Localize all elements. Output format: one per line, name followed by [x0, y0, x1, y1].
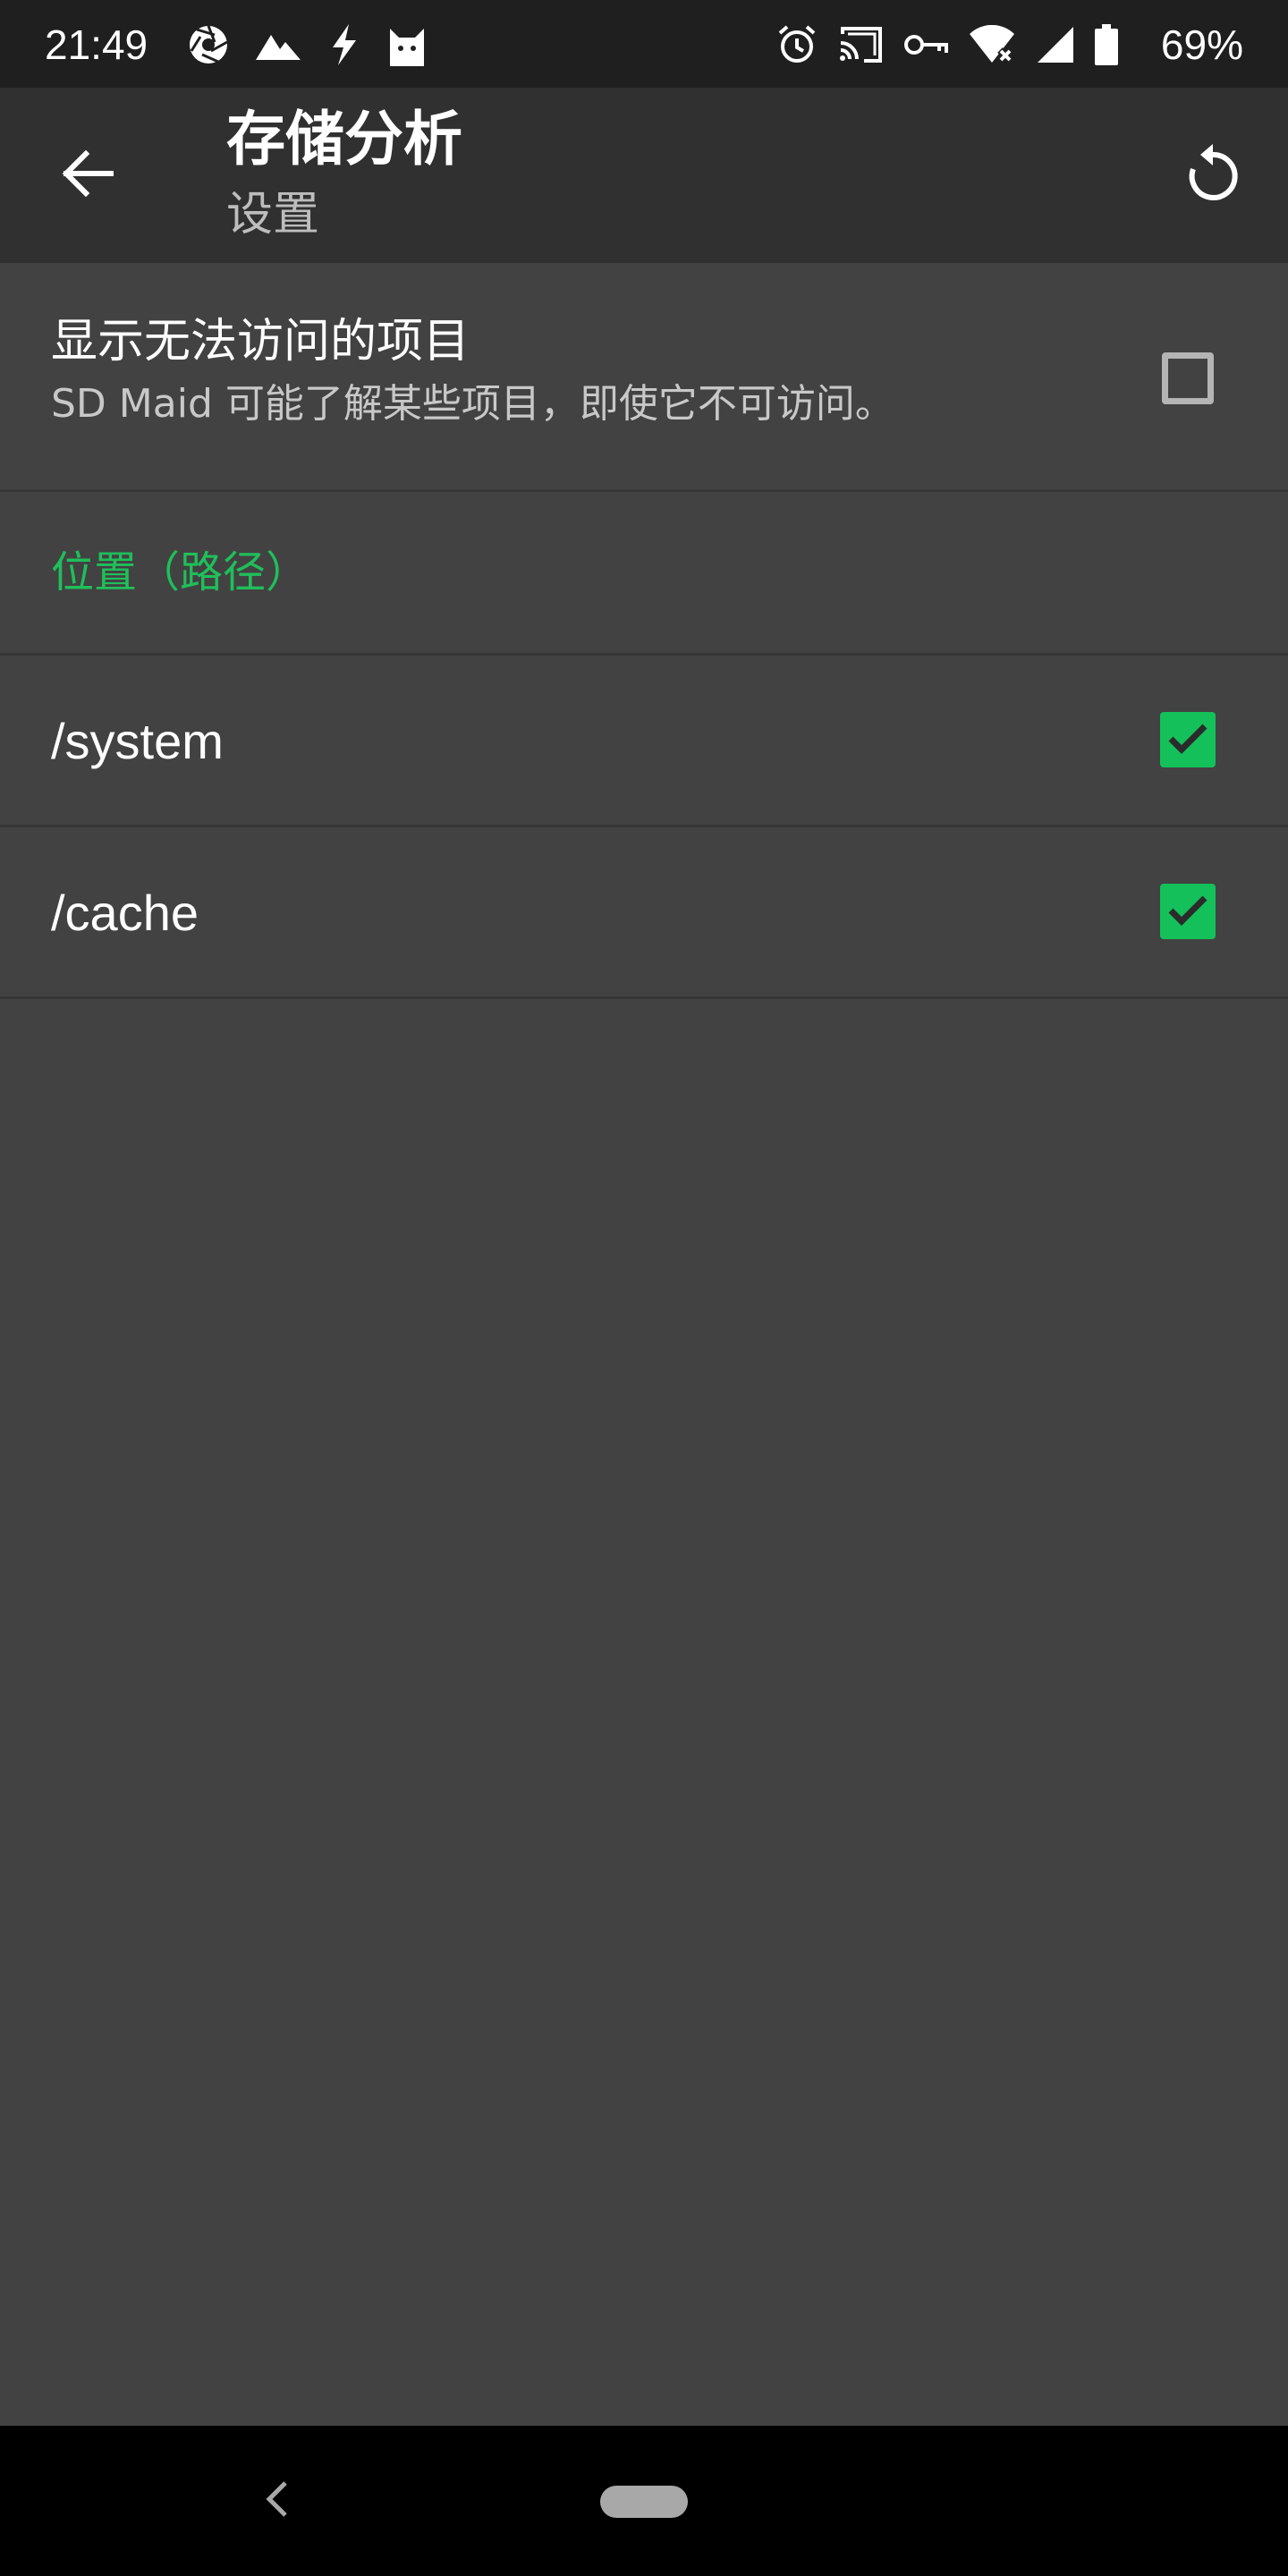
path-item-system[interactable]: /system: [0, 656, 1288, 827]
chevron-left-icon: [264, 2479, 291, 2522]
page-title: 存储分析: [226, 105, 462, 174]
reset-button[interactable]: [1170, 132, 1256, 218]
arrow-back-icon: [61, 147, 114, 204]
path-system-checkbox[interactable]: [1160, 712, 1216, 767]
app-bar: 存储分析 设置: [0, 88, 1288, 263]
nav-home-pill[interactable]: [600, 2486, 688, 2518]
wifi-off-icon: [968, 25, 1016, 64]
lightning-icon: [327, 24, 360, 65]
cat-icon: [386, 23, 428, 66]
nav-back-button[interactable]: [256, 2470, 299, 2531]
category-title: 位置（路径）: [51, 547, 309, 597]
restore-icon: [1184, 142, 1241, 208]
battery-percent: 69%: [1160, 21, 1243, 68]
cell-signal-icon: [1036, 25, 1075, 64]
battery-icon: [1095, 24, 1118, 65]
status-bar: 21:49 69%: [0, 0, 1288, 88]
path-label: /cache: [51, 885, 199, 941]
vpn-key-icon: [903, 31, 948, 58]
check-icon: [1167, 721, 1208, 758]
page-subtitle: 设置: [226, 188, 320, 242]
category-locations: 位置（路径）: [0, 492, 1288, 656]
pref-title: 显示无法访问的项目: [51, 315, 470, 369]
check-icon: [1167, 893, 1208, 930]
show-inaccessible-checkbox[interactable]: [1162, 352, 1214, 404]
system-icons: [776, 20, 1118, 70]
notification-icons: [188, 20, 428, 70]
path-label: /system: [51, 713, 224, 769]
mountain-icon: [256, 30, 301, 60]
path-cache-checkbox[interactable]: [1160, 884, 1216, 939]
navigation-bar: [0, 2426, 1288, 2576]
cast-icon: [837, 25, 884, 64]
alarm-icon: [776, 24, 818, 65]
aperture-icon: [188, 24, 229, 65]
back-button[interactable]: [45, 132, 131, 218]
path-item-cache[interactable]: /cache: [0, 827, 1288, 999]
status-time: 21:49: [45, 21, 148, 68]
pref-show-inaccessible[interactable]: 显示无法访问的项目 SD Maid 可能了解某些项目，即使它不可访问。: [0, 263, 1288, 492]
pref-summary: SD Maid 可能了解某些项目，即使它不可访问。: [51, 381, 894, 427]
